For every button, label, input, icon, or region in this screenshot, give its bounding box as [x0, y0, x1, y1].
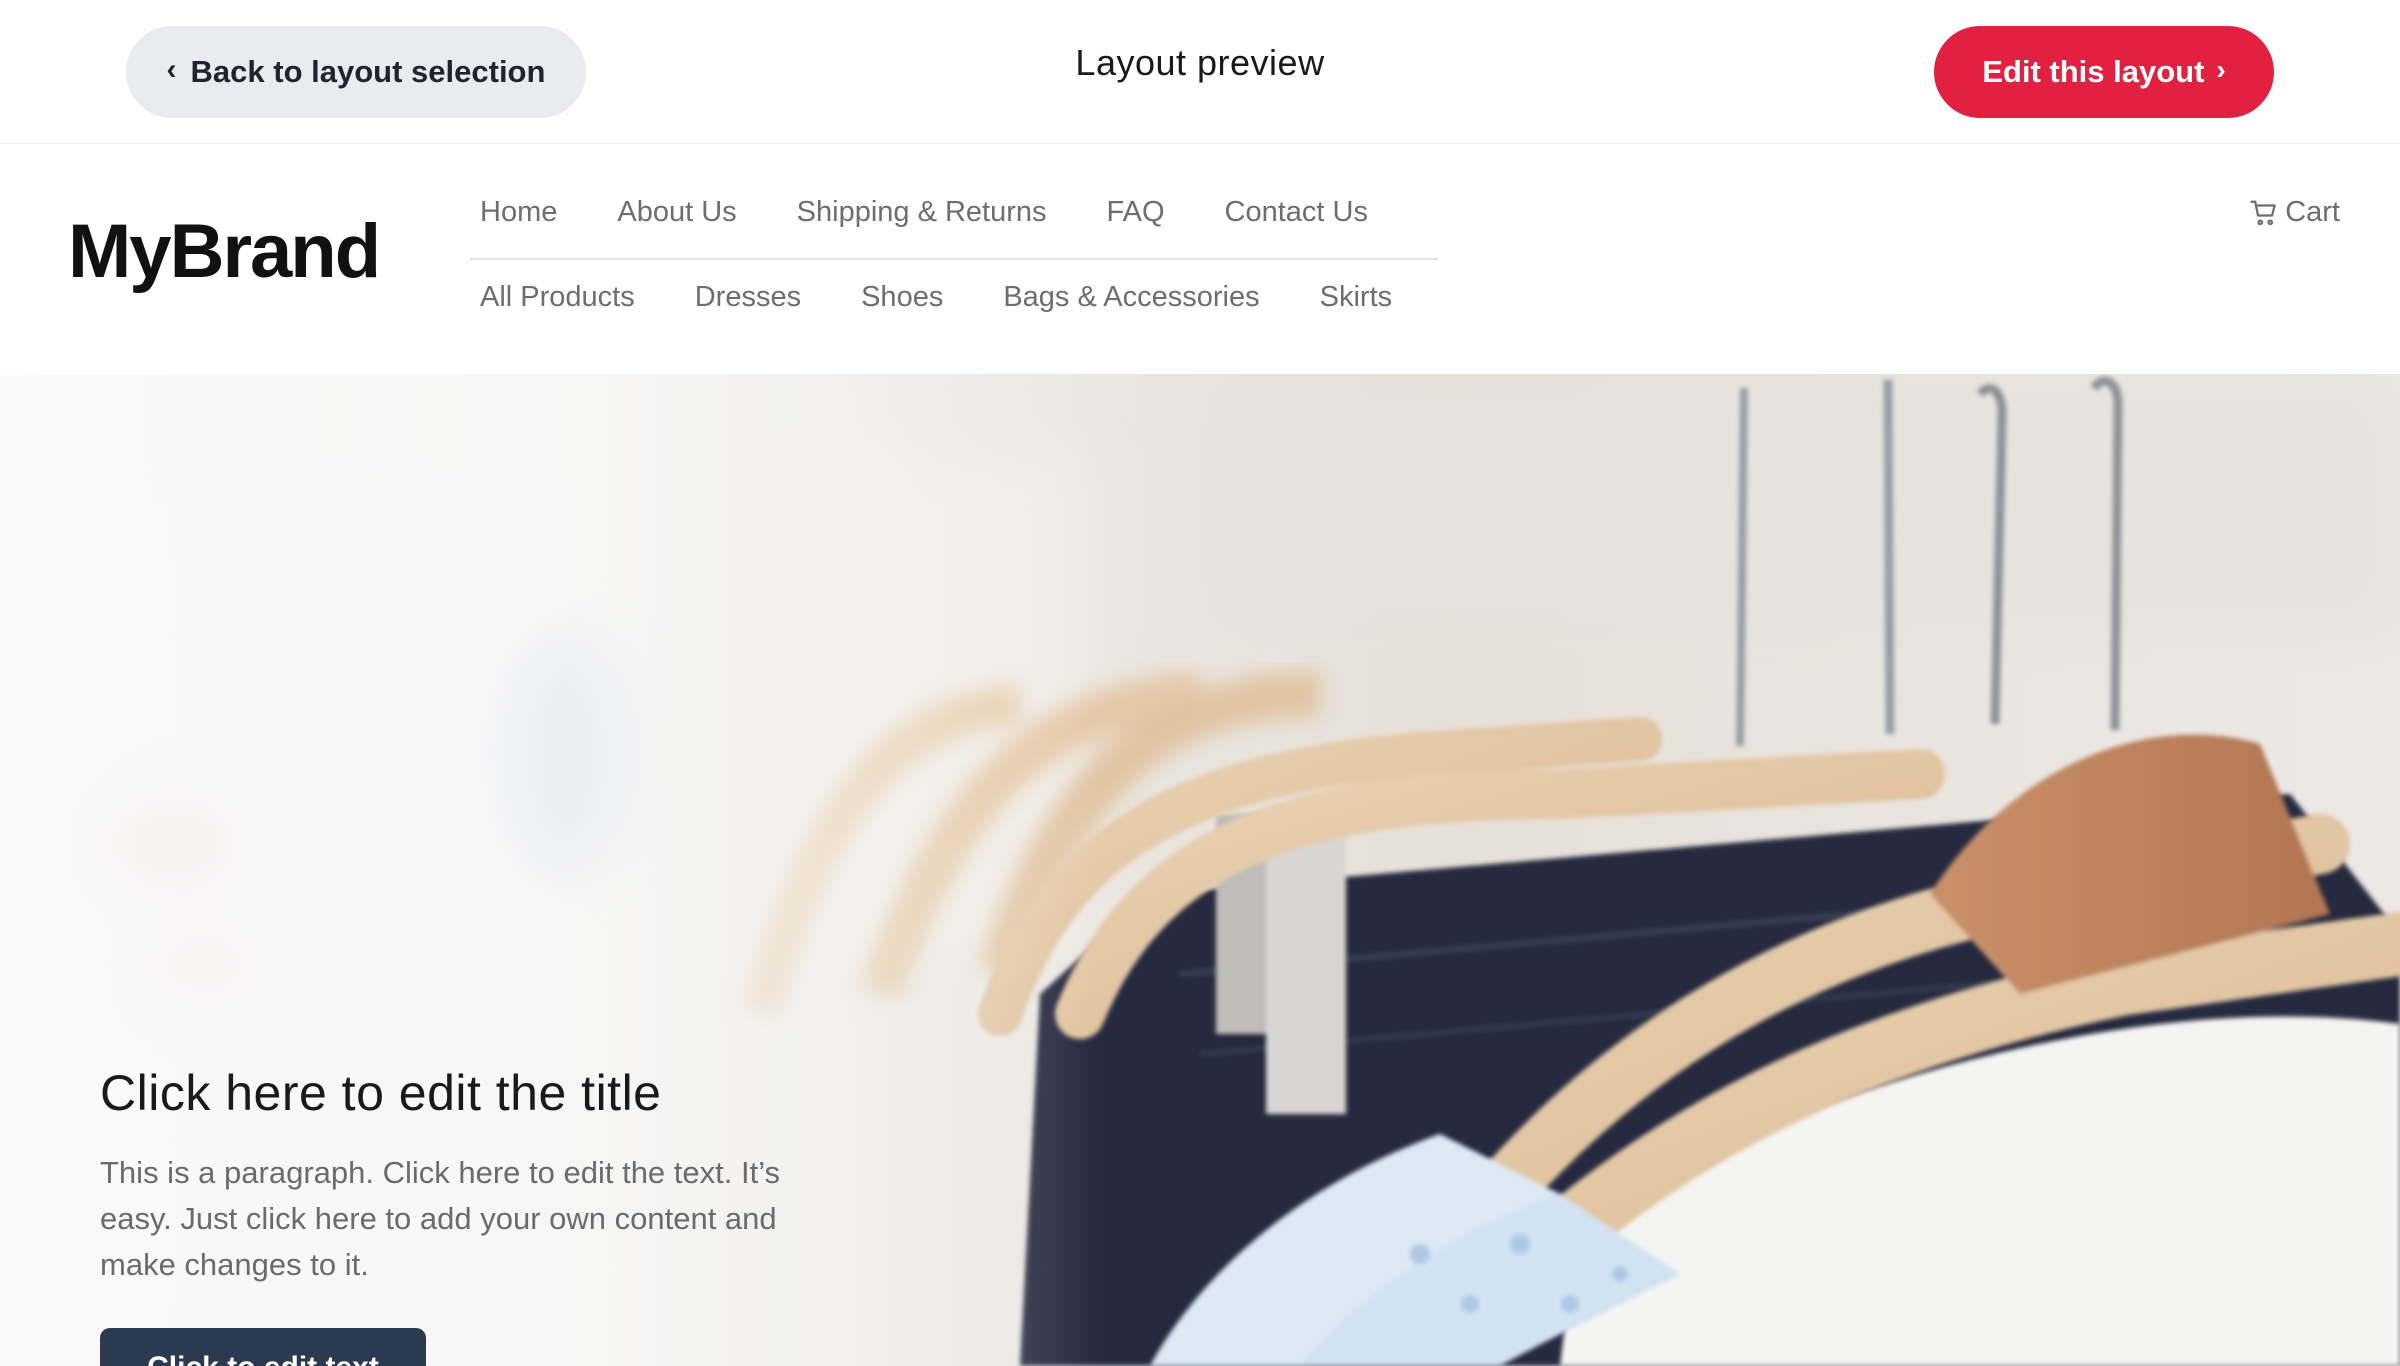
hero-paragraph[interactable]: This is a paragraph. Click here to edit … [100, 1150, 820, 1288]
hero-section: Click here to edit the title This is a p… [0, 374, 2400, 1366]
cart-link[interactable]: Cart [2249, 196, 2340, 229]
preview-toolbar: ‹ Back to layout selection Layout previe… [0, 0, 2400, 144]
nav-item-skirts[interactable]: Skirts [1310, 281, 1403, 314]
nav-divider [470, 258, 1438, 260]
brand-logo[interactable]: MyBrand [68, 208, 381, 295]
category-nav: All Products Dresses Shoes Bags & Access… [470, 281, 1402, 314]
chevron-right-icon: › [2216, 54, 2226, 85]
nav-item-shoes[interactable]: Shoes [851, 281, 953, 314]
nav-item-all-products[interactable]: All Products [470, 281, 645, 314]
hero-title[interactable]: Click here to edit the title [100, 1064, 662, 1122]
nav-item-shipping-returns[interactable]: Shipping & Returns [787, 196, 1057, 229]
edit-this-layout-button[interactable]: Edit this layout › [1934, 26, 2274, 118]
nav-item-dresses[interactable]: Dresses [685, 281, 811, 314]
site-header: MyBrand Home About Us Shipping & Returns… [0, 144, 2400, 374]
cart-label: Cart [2285, 196, 2340, 228]
nav-item-faq[interactable]: FAQ [1097, 196, 1175, 229]
edit-button-label: Edit this layout [1982, 54, 2205, 89]
nav-item-contact-us[interactable]: Contact Us [1215, 196, 1378, 229]
nav-item-bags-accessories[interactable]: Bags & Accessories [993, 281, 1269, 314]
nav-item-about-us[interactable]: About Us [607, 196, 746, 229]
hero-cta-button[interactable]: Click to edit text [100, 1328, 426, 1366]
nav-item-home[interactable]: Home [470, 196, 567, 229]
primary-nav: Home About Us Shipping & Returns FAQ Con… [470, 196, 1378, 229]
cart-icon [2249, 198, 2279, 228]
